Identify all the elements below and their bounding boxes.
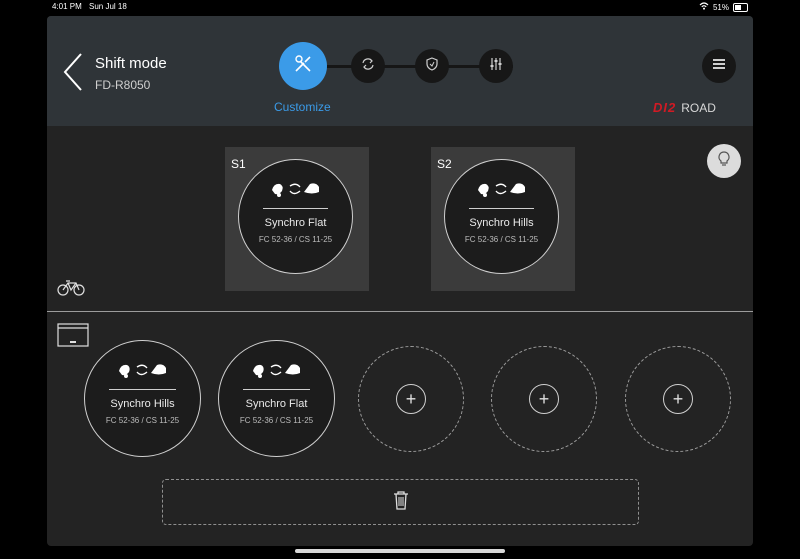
hint-button[interactable] — [707, 144, 741, 178]
mode-name: Synchro Hills — [110, 398, 175, 410]
status-bar: 4:01 PM Sun Jul 18 51% — [0, 0, 800, 14]
shift-mode-icon — [117, 361, 169, 379]
lightbulb-icon — [717, 150, 731, 172]
page-title: Shift mode — [95, 55, 167, 72]
section-divider — [47, 311, 753, 312]
list-menu-icon — [712, 57, 726, 75]
plus-icon: + — [663, 384, 693, 414]
delete-drop-zone[interactable] — [162, 479, 639, 525]
battery-icon — [733, 2, 748, 12]
card-divider — [468, 208, 535, 209]
mode-name: Synchro Flat — [264, 217, 327, 229]
plus-icon: + — [529, 384, 559, 414]
step-settings-button[interactable] — [479, 49, 513, 83]
card-divider — [262, 208, 329, 209]
bike-slot-s1[interactable]: S1 Synchro Flat FC 52-36 / CS 11-25 — [225, 147, 369, 291]
device-model: FD-R8050 — [95, 78, 151, 92]
sync-icon — [361, 57, 375, 76]
card-divider — [243, 389, 310, 390]
wifi-icon — [699, 2, 709, 12]
active-step-label: Customize — [274, 100, 331, 114]
slot-tag: S1 — [231, 157, 246, 171]
back-chevron-icon[interactable] — [61, 52, 85, 92]
add-mode-slot[interactable]: + — [358, 346, 464, 452]
step-sync-button[interactable] — [351, 49, 385, 83]
shield-icon — [425, 56, 439, 76]
sliders-icon — [489, 57, 503, 76]
step-customize-button[interactable] — [279, 42, 327, 90]
mode-spec: FC 52-36 / CS 11-25 — [239, 416, 314, 425]
mode-spec: FC 52-36 / CS 11-25 — [464, 235, 539, 244]
mode-name: Synchro Flat — [245, 398, 308, 410]
status-time: 4:01 PM — [52, 2, 82, 11]
plus-icon: + — [396, 384, 426, 414]
header-bar: Shift mode FD-R8050 Customize DI2 ROAD — [47, 16, 753, 126]
brand-road-text: ROAD — [681, 101, 716, 115]
bike-slot-s2[interactable]: S2 Synchro Hills FC 52-36 / CS 11-25 — [431, 147, 575, 291]
shift-mode-icon — [251, 361, 303, 379]
card-divider — [109, 389, 176, 390]
step-shield-button[interactable] — [415, 49, 449, 83]
trash-icon — [393, 490, 409, 515]
shift-mode-icon — [476, 180, 528, 198]
menu-button[interactable] — [702, 49, 736, 83]
shift-mode-card[interactable]: Synchro Flat FC 52-36 / CS 11-25 — [238, 159, 353, 274]
app-frame: Shift mode FD-R8050 Customize DI2 ROAD S… — [47, 16, 753, 546]
mode-spec: FC 52-36 / CS 11-25 — [105, 416, 180, 425]
battery-percent: 51% — [712, 2, 729, 12]
di2-logo: DI2 — [653, 100, 677, 115]
mode-spec: FC 52-36 / CS 11-25 — [258, 235, 333, 244]
library-mode-card[interactable]: Synchro Hills FC 52-36 / CS 11-25 — [84, 340, 201, 457]
home-indicator[interactable] — [295, 549, 505, 553]
mode-name: Synchro Hills — [469, 217, 534, 229]
slot-tag: S2 — [437, 157, 452, 171]
add-mode-slot[interactable]: + — [491, 346, 597, 452]
tools-icon — [292, 53, 314, 80]
add-mode-slot[interactable]: + — [625, 346, 731, 452]
bicycle-icon — [57, 280, 85, 301]
brand-logo: DI2 ROAD — [653, 100, 716, 115]
device-icon — [57, 323, 89, 352]
status-date: Sun Jul 18 — [89, 2, 127, 11]
shift-mode-card[interactable]: Synchro Hills FC 52-36 / CS 11-25 — [444, 159, 559, 274]
shift-mode-icon — [270, 180, 322, 198]
library-mode-card[interactable]: Synchro Flat FC 52-36 / CS 11-25 — [218, 340, 335, 457]
